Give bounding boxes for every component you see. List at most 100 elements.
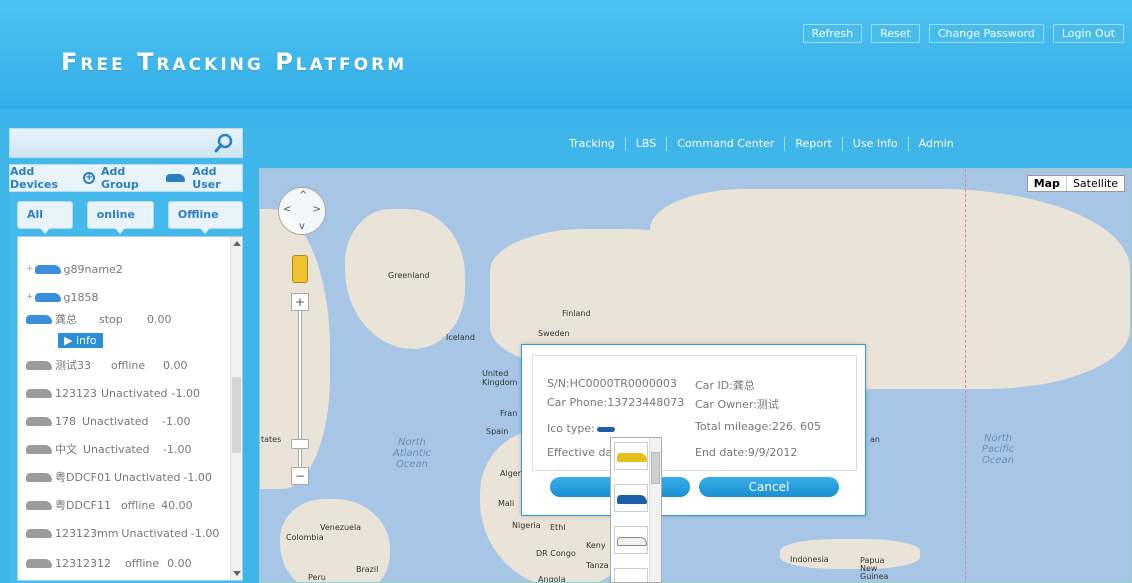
info-button[interactable]: ▶ info xyxy=(58,333,103,348)
refresh-button[interactable]: Refresh xyxy=(802,24,863,43)
map-type-control: Map Satellite xyxy=(1026,175,1125,192)
device-name: 中文 xyxy=(55,443,77,456)
device-item[interactable]: 龚总 stop 0.00 xyxy=(26,309,172,329)
device-item[interactable]: 粤DDCF01 Unactivated -1.00 xyxy=(26,467,212,487)
map-label: Fran xyxy=(500,409,518,418)
scroll-thumb[interactable] xyxy=(232,377,241,453)
device-value: 0.00 xyxy=(163,358,188,372)
app-title: Free Tracking Platform xyxy=(61,48,408,76)
icon-type-dropdown[interactable] xyxy=(610,437,662,583)
map-type-map[interactable]: Map xyxy=(1028,176,1067,191)
filter-all[interactable]: All (50) xyxy=(17,201,73,247)
expand-icon[interactable]: + xyxy=(26,264,34,274)
selected-car-icon[interactable] xyxy=(597,427,615,432)
search-icon[interactable] xyxy=(214,133,234,153)
map-label: tates xyxy=(261,435,282,444)
pegman-icon[interactable] xyxy=(292,255,308,283)
device-item[interactable]: 12312312 offline 0.00 xyxy=(26,553,192,573)
gray-car-icon xyxy=(26,416,52,426)
gray-car-icon xyxy=(26,528,52,538)
scroll-down-icon[interactable] xyxy=(233,571,241,576)
gray-car-icon xyxy=(26,472,52,482)
end-date: End date:9/9/2012 xyxy=(695,446,798,459)
add-group-link[interactable]: Add Group xyxy=(101,165,159,191)
device-name: 12312312 xyxy=(55,556,111,570)
zoom-in-button[interactable]: + xyxy=(291,293,309,311)
change-password-button[interactable]: Change Password xyxy=(928,24,1044,43)
pan-control[interactable]: ^ < > v xyxy=(278,187,326,235)
device-name: 龚总 xyxy=(55,313,77,326)
add-user-link[interactable]: Add User xyxy=(192,165,242,191)
nav-command-center[interactable]: Command Center xyxy=(667,137,786,151)
pan-down-icon[interactable]: v xyxy=(299,221,305,232)
nav-report[interactable]: Report xyxy=(785,137,843,151)
device-item[interactable]: 178 Unactivated -1.00 xyxy=(26,411,190,431)
device-item[interactable]: 测试33 offline 0.00 xyxy=(26,355,188,375)
device-item[interactable]: 123123 Unactivated -1.00 xyxy=(26,383,200,403)
map-label: Iceland xyxy=(446,333,475,342)
car-body xyxy=(617,495,647,504)
map-label: Papua New Guinea xyxy=(860,556,889,581)
reset-button[interactable]: Reset xyxy=(871,24,920,43)
device-item[interactable]: + g1858 xyxy=(26,287,99,307)
expand-icon[interactable]: + xyxy=(26,292,34,302)
logout-button[interactable]: Login Out xyxy=(1052,24,1124,43)
map-label: Colombia xyxy=(286,533,324,542)
add-circle-icon: + xyxy=(83,172,96,184)
list-scrollbar[interactable] xyxy=(230,237,242,580)
zoom-slider[interactable] xyxy=(298,309,302,481)
device-name: 123123 xyxy=(55,386,97,400)
map-label: Algeri xyxy=(500,469,524,478)
search-input[interactable] xyxy=(10,129,205,157)
device-item[interactable]: 粤DDCF11 offline 40.00 xyxy=(26,495,193,515)
nav-use-info[interactable]: Use Info xyxy=(843,137,909,151)
filter-tabs: All (50) online (1) Offline (49) xyxy=(17,201,243,247)
filter-online[interactable]: online (1) xyxy=(86,201,154,247)
zoom-out-button[interactable]: − xyxy=(291,467,309,485)
device-list: + g89name2 + g1858 龚总 stop 0.00 ▶ info 测… xyxy=(17,236,243,581)
zoom-thumb[interactable] xyxy=(291,439,309,449)
white-car-icon[interactable] xyxy=(614,526,648,554)
dropdown-scroll-thumb[interactable] xyxy=(651,452,660,484)
nav-tracking[interactable]: Tracking xyxy=(559,137,626,151)
device-name: 测试33 xyxy=(55,359,91,372)
gray-car-icon xyxy=(26,444,52,454)
dropdown-car-option[interactable] xyxy=(614,568,648,582)
pan-up-icon[interactable]: ^ xyxy=(299,190,307,201)
header: Free Tracking Platform Refresh Reset Cha… xyxy=(0,0,1132,108)
device-name: 粤DDCF01 xyxy=(55,471,111,484)
ico-type-label: Ico type: xyxy=(547,422,595,435)
ocean-label: North Pacific Ocean xyxy=(981,433,1015,466)
car-icon xyxy=(165,174,186,182)
filter-offline[interactable]: Offline (49) xyxy=(167,201,243,247)
dropdown-scrollbar[interactable] xyxy=(649,438,661,582)
blue-car-icon xyxy=(34,264,61,274)
main-nav: Tracking LBS Command Center Report Use I… xyxy=(259,128,1132,160)
pan-left-icon[interactable]: < xyxy=(283,204,291,215)
info-label: info xyxy=(75,334,97,347)
device-item[interactable]: 123123mm Unactivated -1.00 xyxy=(26,523,219,543)
cancel-button[interactable]: Cancel xyxy=(699,477,839,497)
device-name: g89name2 xyxy=(63,262,123,276)
gray-car-icon xyxy=(26,558,52,568)
map-label: Keny xyxy=(586,541,606,550)
device-item[interactable]: 中文 Unactivated -1.00 xyxy=(26,439,191,459)
yellow-car-icon[interactable] xyxy=(614,442,648,470)
device-status: offline xyxy=(120,498,156,512)
device-status: offline xyxy=(125,556,160,570)
nav-lbs[interactable]: LBS xyxy=(626,137,668,151)
map-label: Nigeria xyxy=(512,521,541,530)
device-status: Unactivated xyxy=(121,526,188,540)
blue-car-icon[interactable] xyxy=(614,484,648,512)
map-label: Indonesia xyxy=(790,555,829,564)
device-value: -1.00 xyxy=(162,414,191,428)
pan-right-icon[interactable]: > xyxy=(313,204,321,215)
scroll-up-icon[interactable] xyxy=(233,241,241,246)
device-info-dialog: S/N:HC0000TR0000003 Car ID:龚总 Car Phone:… xyxy=(521,344,866,516)
add-devices-link[interactable]: Add Devices xyxy=(10,165,77,191)
nav-admin[interactable]: Admin xyxy=(909,137,964,151)
map-label: Brazil xyxy=(356,565,379,574)
device-item[interactable]: + g89name2 xyxy=(26,259,123,279)
total-mileage: Total mileage:226. 605 xyxy=(695,420,821,433)
map-type-satellite[interactable]: Satellite xyxy=(1067,176,1124,191)
